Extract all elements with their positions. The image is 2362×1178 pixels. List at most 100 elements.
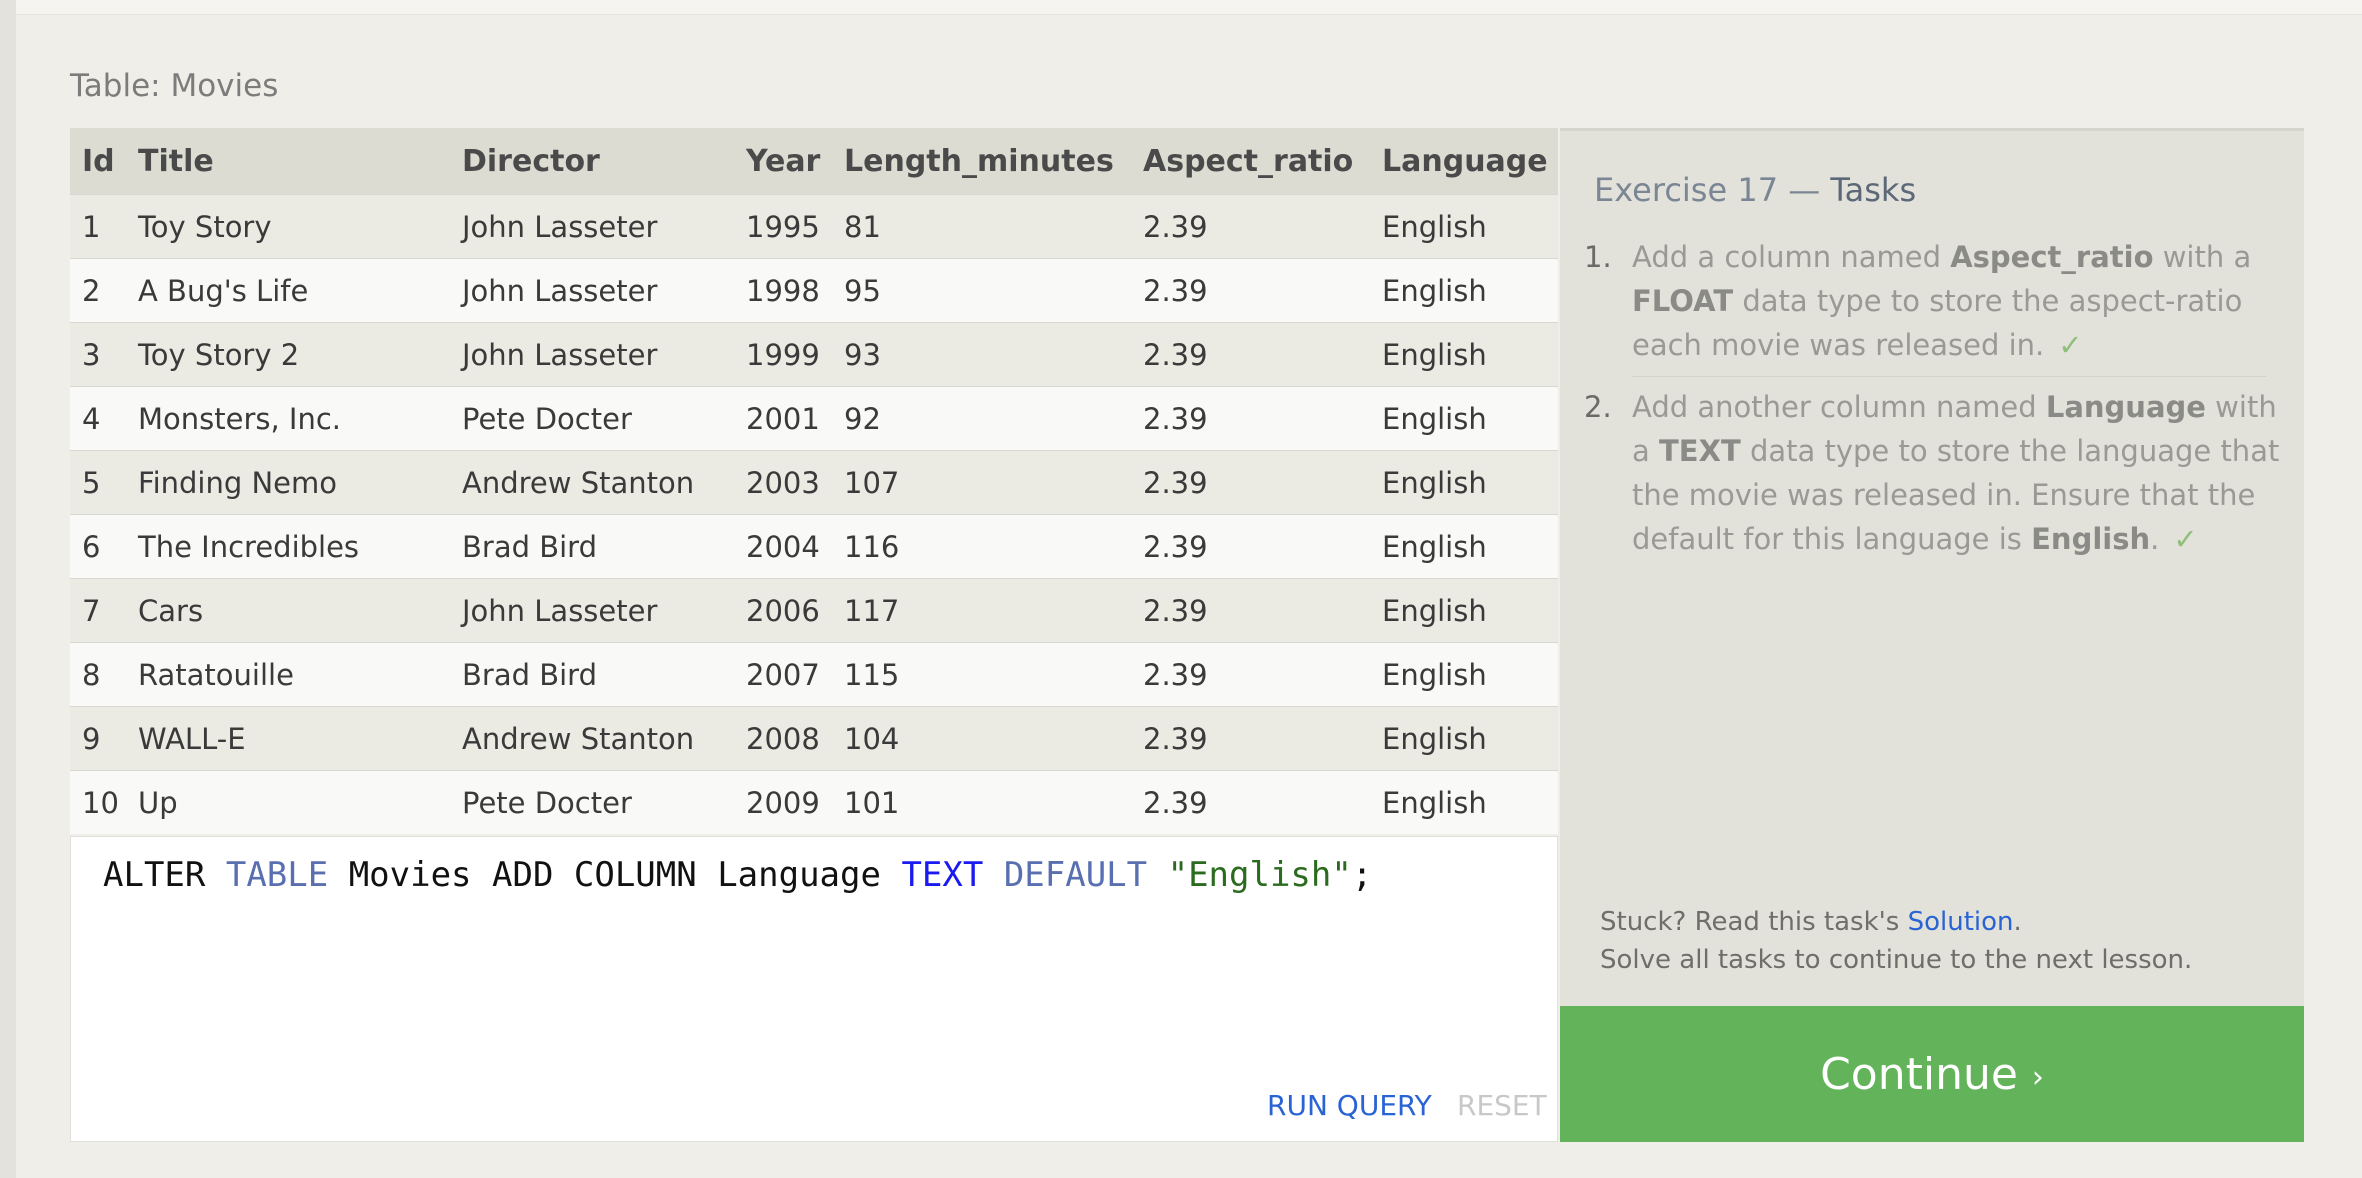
table-cell-length_minutes: 81 bbox=[832, 194, 1131, 259]
task-divider bbox=[1632, 376, 2266, 377]
table-cell-length_minutes: 92 bbox=[832, 386, 1131, 451]
table-cell-year: 2001 bbox=[734, 386, 832, 451]
sql-table-name: Movies bbox=[348, 855, 472, 895]
task-bold-default: English bbox=[2031, 522, 2151, 556]
table-cell-language: English bbox=[1370, 578, 1558, 643]
table-cell-title: Finding Nemo bbox=[126, 450, 450, 515]
sql-keyword-alter: ALTER bbox=[103, 855, 206, 895]
table-row: 5 Finding Nemo Andrew Stanton 2003 107 2.39 En… bbox=[70, 450, 1558, 515]
table-row: 4 Monsters, Inc. Pete Docter 2001 92 2.39 Engl… bbox=[70, 386, 1558, 451]
table-cell-title: Toy Story bbox=[126, 194, 450, 259]
table-row: 3 Toy Story 2 John Lasseter 1999 93 2.39 Engli… bbox=[70, 322, 1558, 387]
continue-label: Continue bbox=[1820, 1048, 2018, 1100]
table-cell-aspect_ratio: 2.39 bbox=[1131, 450, 1370, 515]
table-cell-length_minutes: 101 bbox=[832, 770, 1131, 834]
table-row: 8 Ratatouille Brad Bird 2007 115 2.39 English bbox=[70, 642, 1558, 707]
table-cell-aspect_ratio: 2.39 bbox=[1131, 194, 1370, 259]
table-cell-year: 1999 bbox=[734, 322, 832, 387]
task-text-part: Add a column named bbox=[1632, 240, 1941, 274]
table-cell-id: 5 bbox=[70, 450, 126, 515]
exercise-title-tasks: Tasks bbox=[1830, 171, 1917, 209]
table-cell-director: John Lasseter bbox=[450, 578, 734, 643]
table-cell-language: English bbox=[1370, 450, 1558, 515]
table-cell-length_minutes: 95 bbox=[832, 258, 1131, 323]
table-cell-length_minutes: 107 bbox=[832, 450, 1131, 515]
table-cell-id: 8 bbox=[70, 642, 126, 707]
table-row: 10 Up Pete Docter 2009 101 2.39 English bbox=[70, 770, 1558, 834]
table-body: 1 Toy Story John Lasseter 1995 81 2.39 English… bbox=[70, 194, 1558, 834]
table-cell-id: 9 bbox=[70, 706, 126, 771]
table-cell-aspect_ratio: 2.39 bbox=[1131, 642, 1370, 707]
table-cell-year: 2003 bbox=[734, 450, 832, 515]
column-header-aspect_ratio: Aspect_ratio bbox=[1131, 128, 1370, 195]
left-edge bbox=[0, 0, 16, 1178]
exercise-title-prefix: Exercise 17 — bbox=[1594, 171, 1821, 209]
table-cell-length_minutes: 115 bbox=[832, 642, 1131, 707]
table-cell-year: 2004 bbox=[734, 514, 832, 579]
table-cell-year: 2009 bbox=[734, 770, 832, 834]
table-cell-title: Ratatouille bbox=[126, 642, 450, 707]
task-text: Add another column named Language with a… bbox=[1632, 385, 2282, 561]
table-cell-length_minutes: 104 bbox=[832, 706, 1131, 771]
table-cell-year: 2006 bbox=[734, 578, 832, 643]
sql-code-line[interactable]: ALTER TABLE Movies ADD COLUMN Language T… bbox=[103, 855, 1372, 895]
solution-link[interactable]: Solution bbox=[1908, 907, 2014, 937]
reset-button[interactable]: RESET bbox=[1457, 1089, 1547, 1122]
table-cell-id: 1 bbox=[70, 194, 126, 259]
column-header-id: Id bbox=[70, 128, 126, 195]
table-cell-language: English bbox=[1370, 194, 1558, 259]
column-header-title: Title bbox=[126, 128, 450, 195]
table-cell-length_minutes: 116 bbox=[832, 514, 1131, 579]
column-header-director: Director bbox=[450, 128, 734, 195]
sql-keyword-table: TABLE bbox=[225, 855, 329, 895]
run-query-button[interactable]: RUN QUERY bbox=[1267, 1089, 1432, 1122]
task-bold-column: Aspect_ratio bbox=[1950, 240, 2154, 274]
continue-button[interactable]: Continue › bbox=[1560, 1006, 2304, 1142]
table-cell-director: John Lasseter bbox=[450, 322, 734, 387]
sql-default-value: "English" bbox=[1167, 855, 1352, 895]
task-bold-type: TEXT bbox=[1659, 434, 1741, 468]
table-cell-id: 10 bbox=[70, 770, 126, 834]
sql-semicolon: ; bbox=[1351, 855, 1373, 895]
table-cell-year: 1995 bbox=[734, 194, 832, 259]
column-header-length_minutes: Length_minutes bbox=[832, 128, 1131, 195]
column-header-language: Language bbox=[1370, 128, 1558, 195]
table-cell-title: Up bbox=[126, 770, 450, 834]
stuck-text: Stuck? Read this task's bbox=[1600, 907, 1900, 937]
table-cell-title: WALL-E bbox=[126, 706, 450, 771]
table-cell-language: English bbox=[1370, 258, 1558, 323]
table-cell-title: Monsters, Inc. bbox=[126, 386, 450, 451]
table-row: 6 The Incredibles Brad Bird 2004 116 2.39 Engl… bbox=[70, 514, 1558, 579]
table-cell-aspect_ratio: 2.39 bbox=[1131, 706, 1370, 771]
task-text-part: Add another column named bbox=[1632, 390, 2037, 424]
stuck-help: Stuck? Read this task's Solution. Solve … bbox=[1600, 903, 2192, 979]
top-bar bbox=[16, 0, 2362, 15]
table-row: 7 Cars John Lasseter 2006 117 2.39 English bbox=[70, 578, 1558, 643]
table-cell-language: English bbox=[1370, 706, 1558, 771]
table-cell-aspect_ratio: 2.39 bbox=[1131, 386, 1370, 451]
table-cell-year: 2008 bbox=[734, 706, 832, 771]
task-number: 2. bbox=[1584, 390, 1612, 424]
sql-keyword-default: DEFAULT bbox=[1003, 855, 1148, 895]
sql-keyword-add-column: ADD COLUMN bbox=[492, 855, 697, 895]
table-cell-year: 2007 bbox=[734, 642, 832, 707]
table-cell-year: 1998 bbox=[734, 258, 832, 323]
check-icon: ✓ bbox=[2173, 522, 2198, 556]
table-cell-director: Pete Docter bbox=[450, 386, 734, 451]
task-number: 1. bbox=[1584, 240, 1612, 274]
sql-type-text: TEXT bbox=[901, 855, 984, 895]
table-cell-director: Andrew Stanton bbox=[450, 450, 734, 515]
table-cell-language: English bbox=[1370, 514, 1558, 579]
solve-all-text: Solve all tasks to continue to the next … bbox=[1600, 945, 2193, 975]
table-row: 1 Toy Story John Lasseter 1995 81 2.39 English bbox=[70, 194, 1558, 259]
table-title: Table: Movies bbox=[70, 68, 279, 104]
task-text-part: with a bbox=[2162, 240, 2252, 274]
table-cell-title: Toy Story 2 bbox=[126, 322, 450, 387]
table-cell-id: 6 bbox=[70, 514, 126, 579]
table-cell-aspect_ratio: 2.39 bbox=[1131, 770, 1370, 834]
sql-editor[interactable]: ALTER TABLE Movies ADD COLUMN Language T… bbox=[70, 836, 1558, 1142]
table-cell-title: Cars bbox=[126, 578, 450, 643]
table-cell-director: John Lasseter bbox=[450, 258, 734, 323]
task-text: Add a column named Aspect_ratio with a F… bbox=[1632, 235, 2282, 367]
table-cell-director: Brad Bird bbox=[450, 642, 734, 707]
